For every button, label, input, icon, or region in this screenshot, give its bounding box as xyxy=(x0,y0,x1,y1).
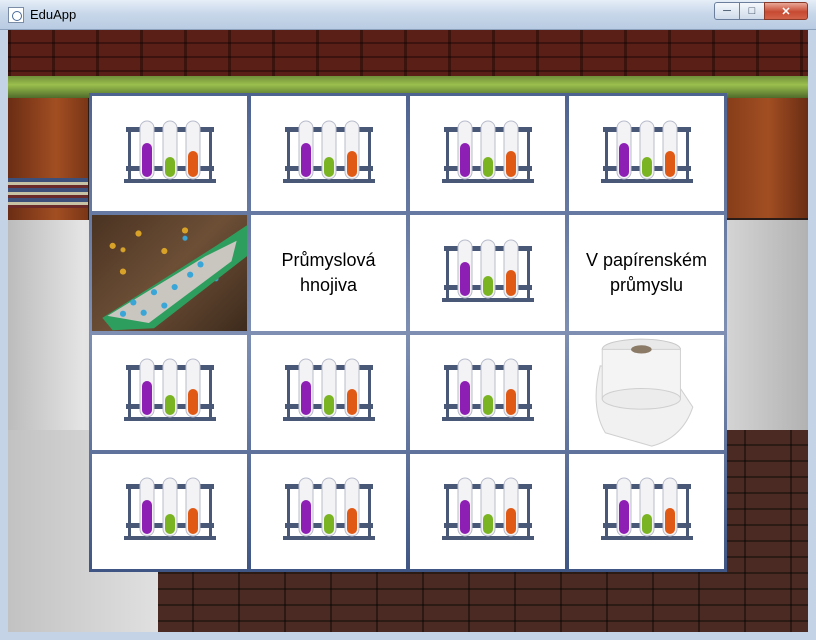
test-tubes-rack-icon xyxy=(441,358,534,422)
test-tubes-rack-icon xyxy=(282,120,375,183)
title-bar[interactable]: EduApp ─ □ ✕ xyxy=(0,0,816,30)
memory-card[interactable] xyxy=(92,453,247,569)
test-tubes-rack-icon xyxy=(123,477,216,541)
wooden-shelf-left xyxy=(8,98,88,238)
test-tubes-rack-icon xyxy=(441,477,534,541)
app-icon xyxy=(8,7,24,23)
books-on-shelf xyxy=(8,178,88,208)
test-tubes-rack-icon xyxy=(441,239,534,302)
memory-card-grid: Průmyslová hnojiva V papírenském průmysl… xyxy=(89,93,727,572)
fertilizer-scoop-image xyxy=(92,215,247,331)
window-controls: ─ □ ✕ xyxy=(714,2,808,22)
toilet-paper-roll-image xyxy=(569,334,724,450)
memory-card[interactable] xyxy=(569,334,724,450)
memory-card[interactable] xyxy=(92,334,247,450)
memory-card[interactable] xyxy=(410,96,565,212)
memory-card[interactable] xyxy=(92,96,247,212)
window-border-bottom xyxy=(0,632,816,640)
test-tubes-rack-icon xyxy=(600,477,693,541)
memory-card[interactable] xyxy=(251,453,406,569)
memory-card[interactable] xyxy=(569,96,724,212)
test-tubes-rack-icon xyxy=(282,358,375,422)
close-button[interactable]: ✕ xyxy=(764,2,808,20)
window-border-right xyxy=(808,30,816,640)
test-tubes-rack-icon xyxy=(123,120,216,183)
window-border-left xyxy=(0,30,8,640)
memory-card[interactable] xyxy=(569,453,724,569)
memory-card[interactable] xyxy=(410,215,565,331)
memory-card[interactable] xyxy=(410,334,565,450)
memory-card[interactable] xyxy=(251,334,406,450)
test-tubes-rack-icon xyxy=(123,358,216,422)
minimize-button[interactable]: ─ xyxy=(714,2,740,20)
memory-card[interactable] xyxy=(251,96,406,212)
window-title: EduApp xyxy=(30,7,77,22)
card-text: Průmyslová hnojiva xyxy=(281,249,376,295)
test-tubes-rack-icon xyxy=(600,120,693,183)
memory-card[interactable]: V papírenském průmyslu xyxy=(569,215,724,331)
card-text: V papírenském průmyslu xyxy=(585,249,708,295)
floor-right xyxy=(718,220,808,430)
test-tubes-rack-icon xyxy=(282,477,375,541)
maximize-button[interactable]: □ xyxy=(739,2,765,20)
memory-card[interactable] xyxy=(410,453,565,569)
test-tubes-rack-icon xyxy=(441,120,534,183)
brick-wall-top xyxy=(8,30,808,82)
memory-card[interactable] xyxy=(92,215,247,331)
memory-card[interactable]: Průmyslová hnojiva xyxy=(251,215,406,331)
